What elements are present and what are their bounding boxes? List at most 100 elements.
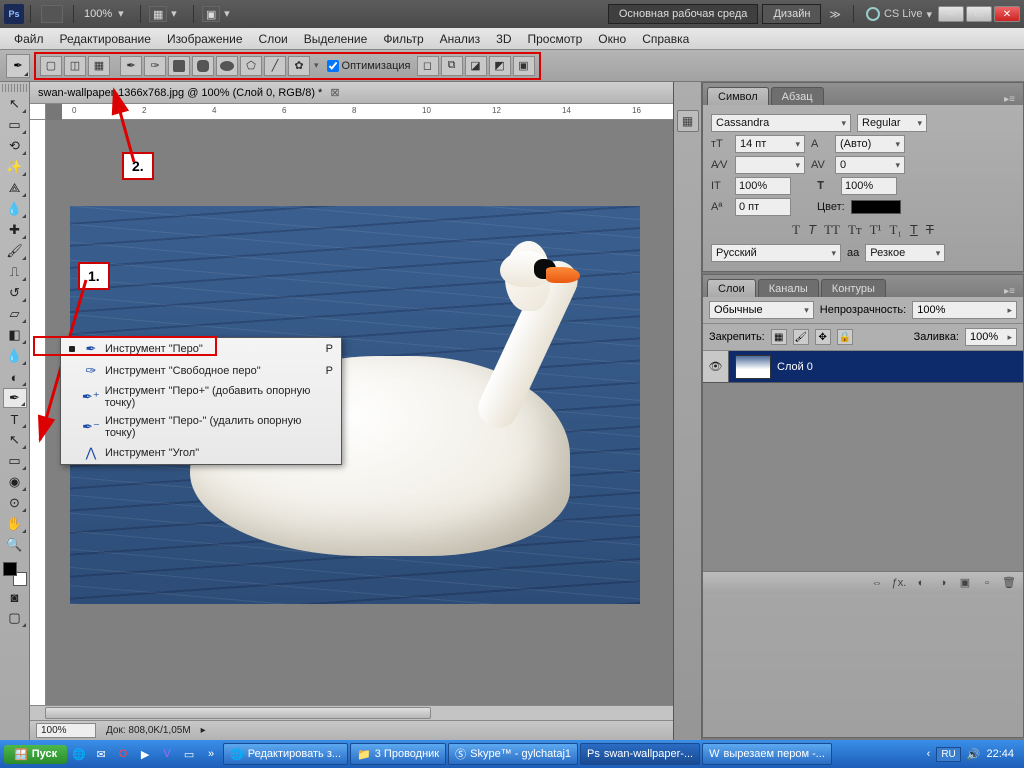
menu-view[interactable]: Просмотр bbox=[519, 29, 590, 49]
layer-item[interactable]: 👁 Слой 0 bbox=[703, 351, 1023, 383]
language-indicator[interactable]: RU bbox=[936, 747, 960, 762]
optimize-checkbox[interactable]: Оптимизация bbox=[327, 60, 411, 72]
path-op-new[interactable]: ◻ bbox=[417, 56, 439, 76]
document-tab[interactable]: swan-wallpaper-1366x768.jpg @ 100% (Слой… bbox=[30, 82, 673, 104]
hscale-field[interactable]: 100% bbox=[841, 177, 897, 195]
menu-help[interactable]: Справка bbox=[634, 29, 697, 49]
flyout-convert-point[interactable]: ⋀Инструмент "Угол" bbox=[61, 442, 341, 464]
dock-icon[interactable]: ▦ bbox=[677, 110, 699, 132]
color-swatches[interactable] bbox=[3, 562, 27, 586]
eyedropper-tool[interactable]: 💧 bbox=[3, 199, 27, 219]
visibility-toggle[interactable]: 👁 bbox=[703, 351, 729, 382]
screen-mode-toggle[interactable]: ▢ bbox=[3, 608, 27, 628]
blur-tool[interactable]: 💧 bbox=[3, 346, 27, 366]
layer-fx-icon[interactable]: ƒx. bbox=[891, 577, 907, 589]
fill-field[interactable]: 100%▸ bbox=[965, 328, 1017, 346]
path-op-add[interactable]: ⧉ bbox=[441, 56, 463, 76]
hand-tool[interactable]: ✋ bbox=[3, 514, 27, 534]
tab-channels[interactable]: Каналы bbox=[758, 279, 819, 297]
screen-mode-button[interactable]: ▣ bbox=[202, 6, 220, 22]
ql-more-icon[interactable]: » bbox=[201, 744, 221, 764]
flyout-add-anchor[interactable]: ✒⁺Инструмент "Перо+" (добавить опорную т… bbox=[61, 382, 341, 412]
task-browser[interactable]: 🌐 Редактировать з... bbox=[223, 743, 348, 765]
menu-analysis[interactable]: Анализ bbox=[432, 29, 489, 49]
font-style-select[interactable]: Regular▾ bbox=[857, 114, 927, 132]
shape-custom[interactable]: ✿ bbox=[288, 56, 310, 76]
ql-opera-icon[interactable]: O bbox=[113, 744, 133, 764]
flyout-freeform-pen[interactable]: ✑Инструмент "Свободное перо"P bbox=[61, 360, 341, 382]
zoom-tool[interactable]: 🔍 bbox=[3, 535, 27, 555]
mode-paths[interactable]: ◫ bbox=[64, 56, 86, 76]
shape-polygon[interactable]: ⬠ bbox=[240, 56, 262, 76]
task-photoshop[interactable]: Ps swan-wallpaper-... bbox=[580, 743, 700, 765]
font-size-field[interactable]: 14 пт▾ bbox=[735, 135, 805, 153]
baseline-field[interactable]: 0 пт bbox=[735, 198, 791, 216]
path-op-intersect[interactable]: ◩ bbox=[489, 56, 511, 76]
text-color-swatch[interactable] bbox=[851, 200, 901, 214]
window-close-button[interactable]: ✕ bbox=[994, 6, 1020, 22]
blend-mode-select[interactable]: Обычные▾ bbox=[709, 301, 814, 319]
stamp-tool[interactable]: ⎍ bbox=[3, 262, 27, 282]
link-layers-icon[interactable]: ⇔ bbox=[869, 577, 885, 589]
panel-menu-icon[interactable]: ▸≡ bbox=[1000, 286, 1019, 297]
path-op-subtract[interactable]: ◪ bbox=[465, 56, 487, 76]
opacity-field[interactable]: 100%▸ bbox=[912, 301, 1017, 319]
menu-edit[interactable]: Редактирование bbox=[52, 29, 159, 49]
zoom-level[interactable]: 100% bbox=[84, 8, 112, 20]
pen-tool-icon[interactable]: ✒ bbox=[120, 56, 142, 76]
delete-layer-icon[interactable]: 🗑 bbox=[1001, 576, 1017, 589]
shape-tool[interactable]: ▭ bbox=[3, 451, 27, 471]
layer-group-icon[interactable]: ▣ bbox=[957, 576, 973, 589]
task-explorer[interactable]: 📁 3 Проводник bbox=[350, 743, 446, 765]
lock-transparency[interactable]: ▦ bbox=[771, 329, 787, 345]
menu-image[interactable]: Изображение bbox=[159, 29, 251, 49]
adjustment-layer-icon[interactable]: ◑ bbox=[935, 577, 951, 589]
ql-ie-icon[interactable]: 🌐 bbox=[69, 744, 89, 764]
crop-tool[interactable]: ⟁ bbox=[3, 178, 27, 198]
tab-paths[interactable]: Контуры bbox=[821, 279, 886, 297]
tracking-field[interactable]: 0▾ bbox=[835, 156, 905, 174]
new-layer-icon[interactable]: ▫ bbox=[979, 577, 995, 589]
ql-desktop-icon[interactable]: ▭ bbox=[179, 744, 199, 764]
shape-rounded-rect[interactable] bbox=[192, 56, 214, 76]
magic-wand-tool[interactable]: ✨ bbox=[3, 157, 27, 177]
dodge-tool[interactable]: ◐ bbox=[3, 367, 27, 387]
move-tool[interactable]: ↖ bbox=[3, 94, 27, 114]
tab-symbol[interactable]: Символ bbox=[707, 87, 769, 105]
kerning-field[interactable]: ▾ bbox=[735, 156, 805, 174]
task-word[interactable]: W вырезаем пером -... bbox=[702, 743, 832, 765]
tab-close-icon[interactable]: ⊠ bbox=[330, 86, 339, 99]
tray-volume-icon[interactable]: 🔊 bbox=[967, 748, 981, 761]
workspace-main-button[interactable]: Основная рабочая среда bbox=[608, 4, 759, 24]
workspace-design-button[interactable]: Дизайн bbox=[762, 4, 821, 24]
brush-tool[interactable]: 🖌 bbox=[3, 241, 27, 261]
vscale-field[interactable]: 100% bbox=[735, 177, 791, 195]
tab-layers[interactable]: Слои bbox=[707, 279, 756, 297]
status-zoom-field[interactable]: 100% bbox=[36, 723, 96, 738]
cslive-button[interactable]: CS Live ▾ bbox=[866, 7, 932, 21]
menu-window[interactable]: Окно bbox=[590, 29, 634, 49]
shape-line[interactable]: ╱ bbox=[264, 56, 286, 76]
language-select[interactable]: Русский▾ bbox=[711, 244, 841, 262]
layer-mask-icon[interactable]: ◐ bbox=[913, 577, 929, 589]
clock[interactable]: 22:44 bbox=[986, 748, 1014, 760]
start-button[interactable]: 🪟 Пуск bbox=[4, 745, 67, 764]
quick-mask-button[interactable]: ◙ bbox=[3, 587, 27, 607]
pen-tool[interactable]: ✒ bbox=[3, 388, 27, 408]
arrange-docs-button[interactable]: ▦ bbox=[149, 6, 167, 22]
layer-name[interactable]: Слой 0 bbox=[777, 361, 813, 373]
window-maximize-button[interactable]: ▭ bbox=[966, 6, 992, 22]
menu-3d[interactable]: 3D bbox=[488, 29, 519, 49]
font-family-select[interactable]: Cassandra▾ bbox=[711, 114, 851, 132]
healing-tool[interactable]: ✚ bbox=[3, 220, 27, 240]
scrollbar-horizontal[interactable] bbox=[30, 705, 673, 720]
history-brush-tool[interactable]: ↺ bbox=[3, 283, 27, 303]
tool-preset-button[interactable]: ✒ bbox=[6, 54, 30, 78]
3d-camera-tool[interactable]: ⊙ bbox=[3, 493, 27, 513]
marquee-tool[interactable]: ▭ bbox=[3, 115, 27, 135]
lock-pixels[interactable]: 🖌 bbox=[793, 329, 809, 345]
antialias-select[interactable]: Резкое▾ bbox=[865, 244, 945, 262]
bridge-dropdown[interactable] bbox=[41, 5, 63, 23]
ql-player-icon[interactable]: ▶ bbox=[135, 744, 155, 764]
gradient-tool[interactable]: ◧ bbox=[3, 325, 27, 345]
